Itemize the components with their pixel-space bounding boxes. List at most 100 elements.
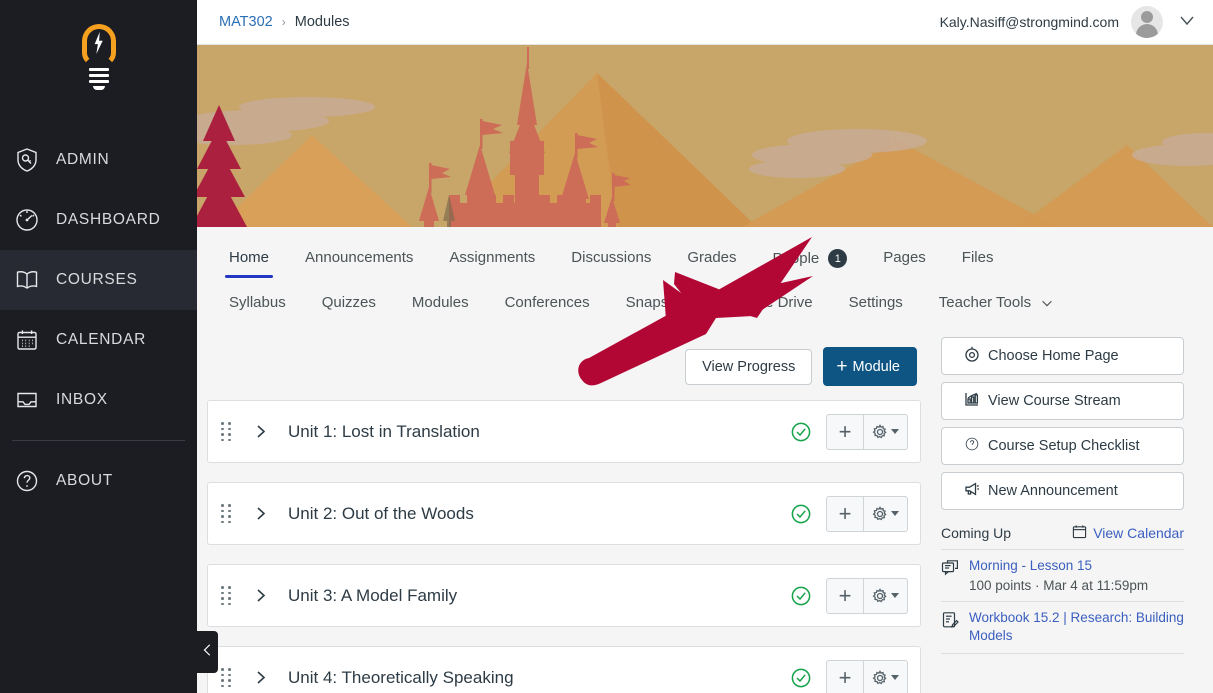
module-title: Unit 3: A Model Family <box>288 585 458 605</box>
course-tabs-row-1: Home Announcements Assignments Discussions G… <box>197 235 1213 280</box>
tab-files[interactable]: Files <box>944 235 1012 278</box>
course-navigation: Home Announcements Assignments Discussions G… <box>197 227 1213 323</box>
modules-toolbar: View Progress + Module <box>207 337 921 400</box>
sidebar-action-choose-home-page[interactable]: Choose Home Page <box>941 337 1184 375</box>
avatar[interactable] <box>1131 6 1163 38</box>
content-area: View Progress + Module Unit 1: Lost in T… <box>197 323 1213 693</box>
sidebar-action-view-course-stream[interactable]: View Course Stream <box>941 382 1184 420</box>
coming-up-item-title[interactable]: Workbook 15.2 | Research: Building Model… <box>969 610 1184 643</box>
tab-pages[interactable]: Pages <box>865 235 944 278</box>
coming-up-item[interactable]: Morning - Lesson 15 100 points · Mar 4 at… <box>941 550 1184 602</box>
tab-label: Files <box>961 249 994 266</box>
view-progress-button[interactable]: View Progress <box>685 348 813 385</box>
tab-home[interactable]: Home <box>211 235 287 278</box>
tab-assignments[interactable]: Assignments <box>431 235 553 278</box>
tab-label: Teacher Tools <box>938 294 1032 311</box>
coming-up-list: Morning - Lesson 15 100 points · Mar 4 at… <box>941 550 1213 654</box>
tab-discussions[interactable]: Discussions <box>553 235 669 278</box>
coming-up-title: Coming Up <box>941 525 1012 541</box>
calendar-icon <box>14 327 40 353</box>
add-item-button[interactable]: + <box>826 577 864 614</box>
add-item-button[interactable]: + <box>826 659 864 693</box>
drag-handle-icon[interactable] <box>218 422 234 441</box>
sidebar-action-label: View Course Stream <box>988 393 1121 409</box>
chevron-right-icon[interactable] <box>252 669 269 686</box>
add-item-button[interactable]: + <box>826 495 864 532</box>
published-check-icon[interactable] <box>790 503 812 525</box>
tab-modules[interactable]: Modules <box>394 280 487 323</box>
tab-grades[interactable]: Grades <box>669 235 754 278</box>
coming-up-item-meta: 100 points · Mar 4 at 11:59pm <box>969 578 1149 593</box>
chevron-down-icon[interactable] <box>1177 10 1197 35</box>
sidebar-buttons: Choose Home Page View Course Stream Course… <box>941 337 1213 510</box>
nav-divider <box>12 440 185 441</box>
tab-label: Discussions <box>571 249 652 266</box>
tab-google-drive[interactable]: Google Drive <box>707 280 831 323</box>
tab-people[interactable]: People 1 <box>755 235 866 280</box>
tab-label: Conferences <box>504 294 590 311</box>
megaphone-icon <box>964 481 980 501</box>
module-settings-menu-button[interactable] <box>864 577 908 614</box>
tab-label: Snapshot <box>625 294 690 311</box>
module-settings-menu-button[interactable] <box>864 659 908 693</box>
add-module-button[interactable]: + Module <box>823 347 917 386</box>
chevron-down-icon[interactable] <box>1040 296 1054 310</box>
app-logo[interactable] <box>0 0 197 118</box>
sidebar-item-calendar[interactable]: CALENDAR <box>0 310 197 370</box>
module-row[interactable]: Unit 3: A Model Family + <box>207 564 921 627</box>
module-row[interactable]: Unit 4: Theoretically Speaking + <box>207 646 921 693</box>
question-circle-icon <box>964 436 980 456</box>
assignment-icon <box>941 609 959 645</box>
add-item-button[interactable]: + <box>826 413 864 450</box>
collapse-sidebar-button[interactable] <box>197 631 218 673</box>
tab-conferences[interactable]: Conferences <box>487 280 608 323</box>
sidebar-action-label: Course Setup Checklist <box>988 438 1140 454</box>
coming-up-item-title[interactable]: Morning - Lesson 15 <box>969 558 1092 573</box>
tab-quizzes[interactable]: Quizzes <box>304 280 394 323</box>
sidebar-item-admin[interactable]: ADMIN <box>0 130 197 190</box>
chevron-right-icon[interactable] <box>252 423 269 440</box>
sidebar-item-inbox[interactable]: INBOX <box>0 370 197 430</box>
module-settings-menu-button[interactable] <box>864 495 908 532</box>
breadcrumb-course-link[interactable]: MAT302 <box>219 14 273 30</box>
discussion-icon <box>941 557 959 593</box>
tab-snapshot[interactable]: Snapshot <box>608 280 707 323</box>
sidebar-item-about[interactable]: ABOUT <box>0 451 197 511</box>
tab-label: Google Drive <box>725 294 813 311</box>
book-icon <box>14 267 40 293</box>
module-settings-menu-button[interactable] <box>864 413 908 450</box>
breadcrumb: MAT302 › Modules <box>219 14 350 30</box>
published-check-icon[interactable] <box>790 421 812 443</box>
published-check-icon[interactable] <box>790 667 812 689</box>
sidebar-item-dashboard[interactable]: DASHBOARD <box>0 190 197 250</box>
sidebar-item-courses[interactable]: COURSES <box>0 250 197 310</box>
tab-syllabus[interactable]: Syllabus <box>211 280 304 323</box>
global-navigation: ADMIN DASHBOARD COURSES CALENDAR INBOX ABOUT <box>0 0 197 693</box>
module-row[interactable]: Unit 1: Lost in Translation + <box>207 400 921 463</box>
drag-handle-icon[interactable] <box>218 504 234 523</box>
published-check-icon[interactable] <box>790 585 812 607</box>
module-title: Unit 2: Out of the Woods <box>288 503 474 523</box>
tab-label: Syllabus <box>229 294 286 311</box>
view-calendar-label: View Calendar <box>1093 525 1184 541</box>
tab-label: Grades <box>687 249 737 266</box>
module-title: Unit 1: Lost in Translation <box>288 421 480 441</box>
chevron-right-icon[interactable] <box>252 505 269 522</box>
coming-up-header: Coming Up View Calendar <box>941 524 1184 550</box>
coming-up-item[interactable]: Workbook 15.2 | Research: Building Model… <box>941 602 1184 654</box>
course-tabs-row-2: Syllabus Quizzes Modules Conferences Snapsho… <box>197 280 1213 323</box>
tab-label: Announcements <box>305 249 414 266</box>
drag-handle-icon[interactable] <box>218 586 234 605</box>
tab-announcements[interactable]: Announcements <box>287 235 431 278</box>
tab-settings[interactable]: Settings <box>831 280 921 323</box>
tab-teacher-tools[interactable]: Teacher Tools <box>921 280 1072 323</box>
module-row[interactable]: Unit 2: Out of the Woods + <box>207 482 921 545</box>
course-sidebar: Choose Home Page View Course Stream Course… <box>935 337 1213 693</box>
sidebar-action-new-announcement[interactable]: New Announcement <box>941 472 1184 510</box>
drag-handle-icon[interactable] <box>218 668 234 687</box>
module-list: Unit 1: Lost in Translation + Unit 2: Out … <box>207 400 921 693</box>
sidebar-item-label: INBOX <box>56 391 108 408</box>
view-calendar-link[interactable]: View Calendar <box>1072 524 1184 542</box>
sidebar-action-course-setup-checklist[interactable]: Course Setup Checklist <box>941 427 1184 465</box>
chevron-right-icon[interactable] <box>252 587 269 604</box>
